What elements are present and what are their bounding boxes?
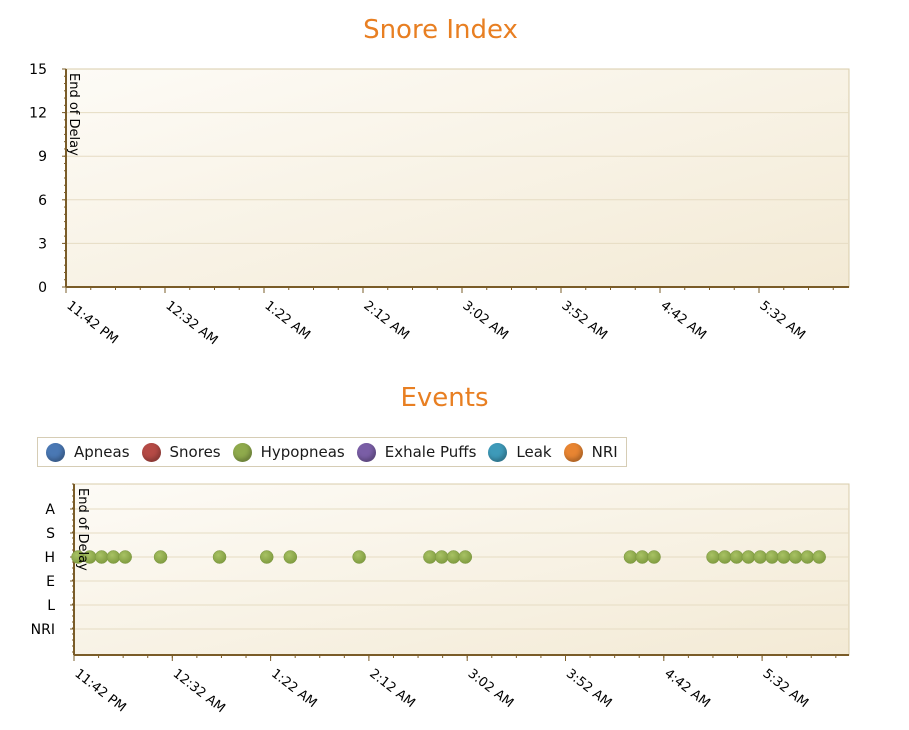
hypopnea-marker xyxy=(741,550,756,564)
hypopnea-marker xyxy=(729,550,744,564)
events-x-tick-label: 11:42 PM xyxy=(72,666,129,715)
hypopnea-marker xyxy=(753,550,767,564)
events-x-tick-label: 3:02 AM xyxy=(465,666,516,711)
events-y-category-label: L xyxy=(47,598,55,614)
snore-y-tick-label: 12 xyxy=(29,106,47,122)
snore-x-tick-label: 4:42 AM xyxy=(658,298,709,343)
snore-y-tick-label: 15 xyxy=(29,62,47,78)
hypopnea-marker xyxy=(153,550,168,564)
hypopnea-marker xyxy=(434,550,449,564)
snore-x-tick-label: 12:32 AM xyxy=(163,298,221,348)
hypopnea-marker xyxy=(94,550,109,564)
snore-x-tick-label: 1:22 AM xyxy=(262,298,313,343)
snore-x-tick-label: 5:32 AM xyxy=(757,298,808,343)
page: Snore Index Events Apneas Snores Hypopneas… xyxy=(0,0,909,730)
snore-x-tick-label: 3:02 AM xyxy=(460,298,511,343)
hypopnea-marker xyxy=(647,550,661,564)
events-y-category-label: H xyxy=(44,550,55,566)
hypopnea-marker xyxy=(423,550,437,564)
hypopnea-marker xyxy=(118,550,132,564)
hypopnea-marker xyxy=(352,550,366,564)
hypopnea-marker xyxy=(765,550,779,564)
snore-x-tick-label: 2:12 AM xyxy=(361,298,412,343)
hypopnea-marker xyxy=(777,550,791,564)
events-x-tick-label: 1:22 AM xyxy=(268,666,319,711)
snore-y-tick-label: 0 xyxy=(38,280,47,296)
snore-y-tick-label: 3 xyxy=(38,236,47,252)
snore-plot-area xyxy=(65,68,850,288)
charts-canvas: 15 12 9 6 3 0 11:42 PM 12:32 AM 1:22 AM 2:12 AM 3:… xyxy=(29,62,850,716)
hypopnea-marker xyxy=(458,550,473,564)
hypopnea-marker xyxy=(800,550,815,564)
events-y-category-label: E xyxy=(46,574,55,590)
snore-end-of-delay-label: End of Delay xyxy=(66,73,81,156)
hypopnea-marker xyxy=(635,550,649,564)
hypopnea-marker xyxy=(812,550,826,564)
hypopnea-marker xyxy=(106,550,121,564)
hypopnea-marker xyxy=(259,550,274,564)
hypopnea-marker xyxy=(283,550,298,564)
events-x-tick-label: 3:52 AM xyxy=(563,666,614,711)
events-y-category-label: A xyxy=(45,502,55,518)
hypopnea-marker xyxy=(706,550,720,564)
hypopnea-marker xyxy=(623,550,638,564)
hypopnea-marker xyxy=(718,550,732,564)
events-x-tick-label: 4:42 AM xyxy=(661,666,712,711)
snore-x-tick-label: 3:52 AM xyxy=(559,298,610,343)
events-y-category-label: S xyxy=(46,526,55,542)
snore-x-tick-label: 11:42 PM xyxy=(64,298,121,347)
hypopnea-marker xyxy=(788,550,803,564)
events-x-tick-label: 2:12 AM xyxy=(366,666,417,711)
events-x-tick-label: 12:32 AM xyxy=(170,666,228,716)
events-y-category-label: NRI xyxy=(31,622,55,638)
snore-y-tick-label: 9 xyxy=(38,149,47,165)
events-x-tick-label: 5:32 AM xyxy=(760,666,811,711)
snore-y-tick-label: 6 xyxy=(38,193,47,209)
events-end-of-delay-label: End of Delay xyxy=(75,488,90,571)
hypopnea-marker xyxy=(446,550,461,564)
hypopnea-marker xyxy=(212,550,227,564)
